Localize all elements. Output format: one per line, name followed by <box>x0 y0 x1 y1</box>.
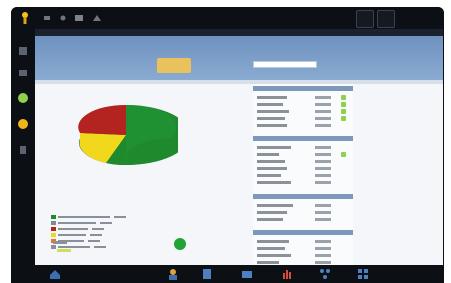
sub-toolbar <box>35 80 443 84</box>
section-header <box>253 194 353 199</box>
header-banner <box>35 36 443 80</box>
legend-row <box>51 226 126 231</box>
sidebar-icon-1[interactable] <box>17 45 29 57</box>
info-panel <box>253 84 353 274</box>
mail-icon[interactable] <box>240 267 254 281</box>
document-icon[interactable] <box>200 267 214 281</box>
status-pie-chart <box>78 104 178 166</box>
title-bar <box>35 29 443 36</box>
section-header <box>253 86 353 91</box>
status-yellow-icon[interactable] <box>17 118 29 130</box>
status-green-icon <box>174 238 186 250</box>
legend-row <box>51 220 126 225</box>
toolbar-icon-4[interactable] <box>92 14 102 22</box>
chart-legend <box>51 214 126 250</box>
search-input[interactable] <box>253 61 317 68</box>
chart-icon[interactable] <box>280 267 294 281</box>
check-icon <box>341 152 346 157</box>
sidebar-icon-5[interactable] <box>17 144 29 156</box>
section-header <box>253 136 353 141</box>
brand-logo <box>157 58 191 73</box>
check-icon <box>341 102 346 107</box>
status-green-icon[interactable] <box>17 92 29 104</box>
bottom-taskbar <box>11 265 444 283</box>
home-icon[interactable] <box>48 267 62 281</box>
grid-icon[interactable] <box>356 267 370 281</box>
toolbar-icon-3[interactable] <box>74 14 84 22</box>
legend-row <box>51 214 126 219</box>
menu-icon[interactable] <box>377 10 395 28</box>
window-icon[interactable] <box>356 10 374 28</box>
toolbar-icon-2[interactable] <box>58 14 68 22</box>
toolbar-icon-1[interactable] <box>42 14 52 22</box>
network-icon[interactable] <box>318 267 332 281</box>
main-screen <box>35 29 443 274</box>
user-icon[interactable] <box>166 267 180 281</box>
sidebar-icon-2[interactable] <box>17 67 29 79</box>
footer-label <box>53 241 67 244</box>
section-header <box>253 230 353 235</box>
check-icon <box>341 95 346 100</box>
footer-status <box>57 249 71 252</box>
check-icon <box>341 116 346 121</box>
check-icon <box>341 109 346 114</box>
legend-row <box>51 232 126 237</box>
app-logo-icon[interactable] <box>20 11 30 25</box>
pie-slice-red <box>78 104 126 135</box>
